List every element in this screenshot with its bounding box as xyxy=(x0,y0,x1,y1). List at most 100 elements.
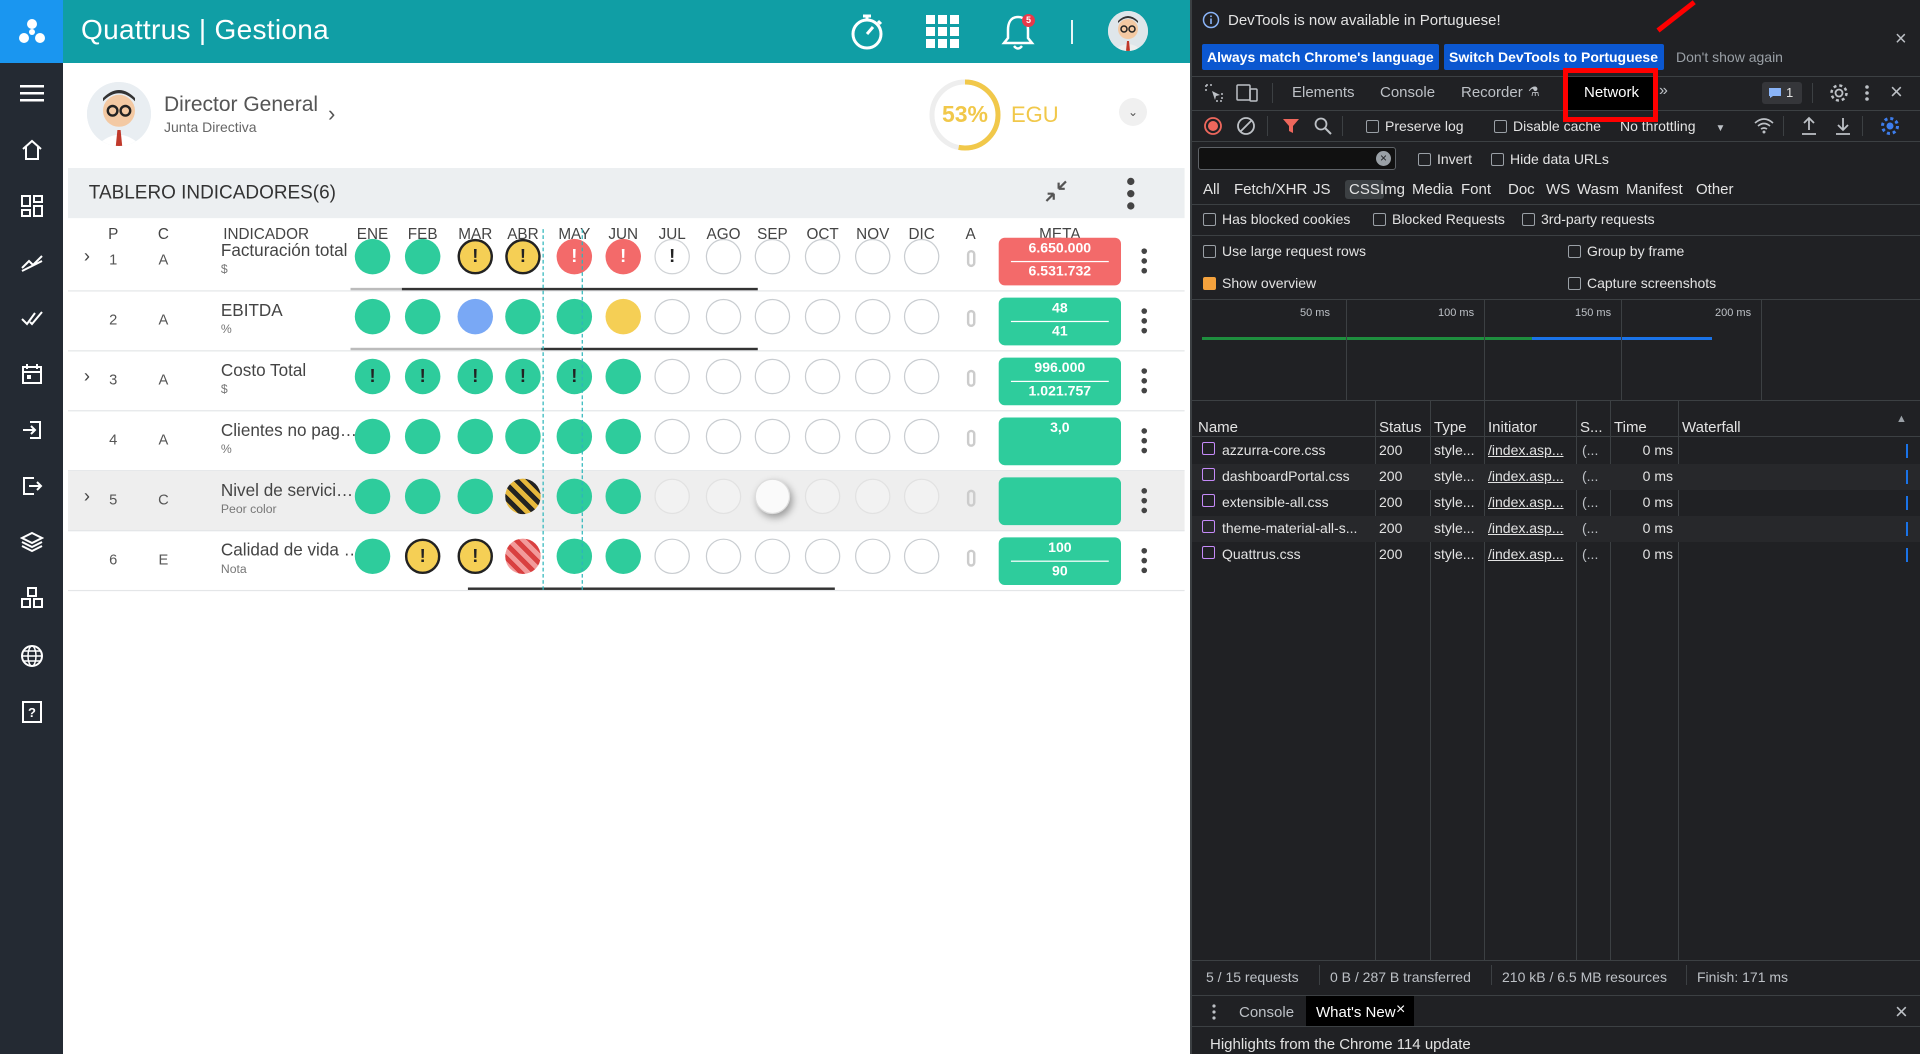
month-status-dot[interactable] xyxy=(457,298,493,335)
blocked-requests-checkbox[interactable]: Blocked Requests xyxy=(1373,211,1505,227)
tab-recorder[interactable]: Recorder xyxy=(1461,84,1523,101)
month-status-dot[interactable] xyxy=(705,358,742,395)
indicator-name[interactable]: Calidad de vida laboral xyxy=(221,540,362,560)
request-initiator[interactable]: /index.asp... xyxy=(1488,442,1572,458)
user-avatar[interactable] xyxy=(1108,11,1148,51)
import-har-icon[interactable] xyxy=(1800,116,1818,136)
filter-all[interactable]: All xyxy=(1203,181,1220,198)
month-alert-icon[interactable]: ! xyxy=(505,358,541,395)
request-initiator[interactable]: /index.asp... xyxy=(1488,520,1572,536)
device-toolbar-icon[interactable] xyxy=(1236,83,1258,103)
month-status-dot[interactable] xyxy=(705,538,742,575)
expand-row-chevron-icon[interactable]: › xyxy=(84,366,90,387)
column-header-waterfall[interactable]: Waterfall xyxy=(1682,419,1741,436)
month-status-dot[interactable] xyxy=(654,538,690,575)
column-header-type[interactable]: Type xyxy=(1434,419,1467,436)
month-status-dot[interactable] xyxy=(705,298,742,335)
request-initiator[interactable]: /index.asp... xyxy=(1488,494,1572,510)
filter-wasm[interactable]: Wasm xyxy=(1577,181,1619,198)
month-status-dot[interactable] xyxy=(903,478,940,515)
row-menu-icon[interactable] xyxy=(1139,486,1149,518)
expand-row-chevron-icon[interactable]: › xyxy=(84,486,90,507)
month-status-dot[interactable] xyxy=(855,478,891,515)
month-status-dot[interactable] xyxy=(505,538,541,575)
month-status-dot[interactable] xyxy=(855,238,891,275)
menu-icon[interactable] xyxy=(0,71,63,115)
attachment-clip-icon[interactable] xyxy=(966,489,976,507)
meta-value-box[interactable]: 6.650.000 6.531.732 xyxy=(998,237,1122,286)
month-alert-icon[interactable]: ! xyxy=(457,358,493,395)
filter-media[interactable]: Media xyxy=(1412,181,1453,198)
devtools-close-icon[interactable]: × xyxy=(1890,79,1903,105)
drawer-tab-console[interactable]: Console xyxy=(1239,1004,1294,1021)
month-status-dot[interactable] xyxy=(556,298,593,335)
indicator-name[interactable]: Costo Total xyxy=(221,360,362,380)
month-status-dot[interactable] xyxy=(457,418,493,455)
month-status-dot[interactable] xyxy=(556,418,593,455)
month-status-dot[interactable] xyxy=(654,478,690,515)
filter-font[interactable]: Font xyxy=(1461,181,1491,198)
month-status-dot[interactable] xyxy=(705,418,742,455)
indicator-name[interactable]: Nivel de servicio al cliente xyxy=(221,480,362,500)
devtools-menu-icon[interactable] xyxy=(1864,83,1870,103)
month-status-dot[interactable] xyxy=(505,298,541,335)
filter-manifest[interactable]: Manifest xyxy=(1626,181,1683,198)
search-icon[interactable] xyxy=(1314,117,1332,135)
drawer-close-icon[interactable]: × xyxy=(1895,999,1908,1025)
attachment-clip-icon[interactable] xyxy=(966,549,976,567)
meta-value-box[interactable]: 996.000 1.021.757 xyxy=(998,357,1122,406)
month-status-dot[interactable] xyxy=(903,538,940,575)
month-status-dot[interactable] xyxy=(903,418,940,455)
collapse-icon[interactable] xyxy=(1043,178,1070,212)
month-status-dot[interactable] xyxy=(605,298,641,335)
month-status-dot[interactable] xyxy=(354,238,391,275)
month-status-dot[interactable] xyxy=(505,478,541,515)
month-status-dot[interactable] xyxy=(903,238,940,275)
month-status-dot[interactable] xyxy=(556,478,593,515)
month-status-dot[interactable] xyxy=(804,538,841,575)
request-row[interactable]: extensible-all.css 200 style... /index.asp.… xyxy=(1192,490,1920,516)
drawer-tab-whatsnew[interactable]: What's New xyxy=(1316,1004,1396,1021)
month-status-dot[interactable] xyxy=(457,478,493,515)
profile-dropdown-chevron-icon[interactable]: ⌄ xyxy=(1119,98,1147,126)
month-status-dot[interactable] xyxy=(754,298,791,335)
month-status-dot[interactable] xyxy=(804,418,841,455)
group-by-frame-checkbox[interactable]: Group by frame xyxy=(1568,243,1684,259)
sort-ascending-icon[interactable]: ▲ xyxy=(1896,413,1907,425)
month-alert-icon[interactable]: ! xyxy=(457,238,493,275)
column-header-s[interactable]: S... xyxy=(1580,419,1603,436)
board-menu-icon[interactable] xyxy=(1121,175,1141,212)
month-alert-icon[interactable]: ! xyxy=(556,358,593,395)
clear-filter-icon[interactable]: × xyxy=(1376,151,1391,166)
calendar-icon[interactable] xyxy=(0,352,63,396)
month-status-dot[interactable] xyxy=(354,418,391,455)
request-initiator[interactable]: /index.asp... xyxy=(1488,546,1572,562)
hide-data-urls-checkbox[interactable]: Hide data URLs xyxy=(1491,151,1609,167)
month-status-dot[interactable] xyxy=(754,478,791,515)
month-status-dot[interactable] xyxy=(804,238,841,275)
meta-value-box[interactable]: 48 41 xyxy=(998,297,1122,346)
indicator-row[interactable]: 2 A EBITDA% 48 41 xyxy=(68,292,1185,352)
record-stop-icon[interactable] xyxy=(1203,116,1223,136)
month-status-dot[interactable] xyxy=(404,238,441,275)
match-language-button[interactable]: Always match Chrome's language xyxy=(1202,44,1439,70)
capture-screenshots-checkbox[interactable]: Capture screenshots xyxy=(1568,275,1716,291)
check-icon[interactable] xyxy=(0,296,63,340)
network-conditions-icon[interactable] xyxy=(1754,117,1774,135)
large-rows-checkbox[interactable]: Use large request rows xyxy=(1203,243,1366,259)
attachment-clip-icon[interactable] xyxy=(966,429,976,447)
month-alert-icon[interactable]: ! xyxy=(404,358,441,395)
filter-icon[interactable] xyxy=(1282,117,1300,135)
filter-ws[interactable]: WS xyxy=(1546,181,1570,198)
export-har-icon[interactable] xyxy=(1834,116,1852,136)
month-status-dot[interactable] xyxy=(605,418,641,455)
globe-icon[interactable] xyxy=(0,634,63,678)
month-status-dot[interactable] xyxy=(404,478,441,515)
inspect-element-icon[interactable] xyxy=(1204,83,1224,103)
request-row[interactable]: azzurra-core.css 200 style... /index.asp...… xyxy=(1192,438,1920,464)
notifications-bell-icon[interactable]: 5 xyxy=(996,0,1040,63)
month-alert-icon[interactable]: ! xyxy=(605,238,641,275)
stopwatch-icon[interactable] xyxy=(845,0,889,63)
filter-css[interactable]: CSS xyxy=(1345,180,1384,199)
attachment-clip-icon[interactable] xyxy=(966,369,976,387)
